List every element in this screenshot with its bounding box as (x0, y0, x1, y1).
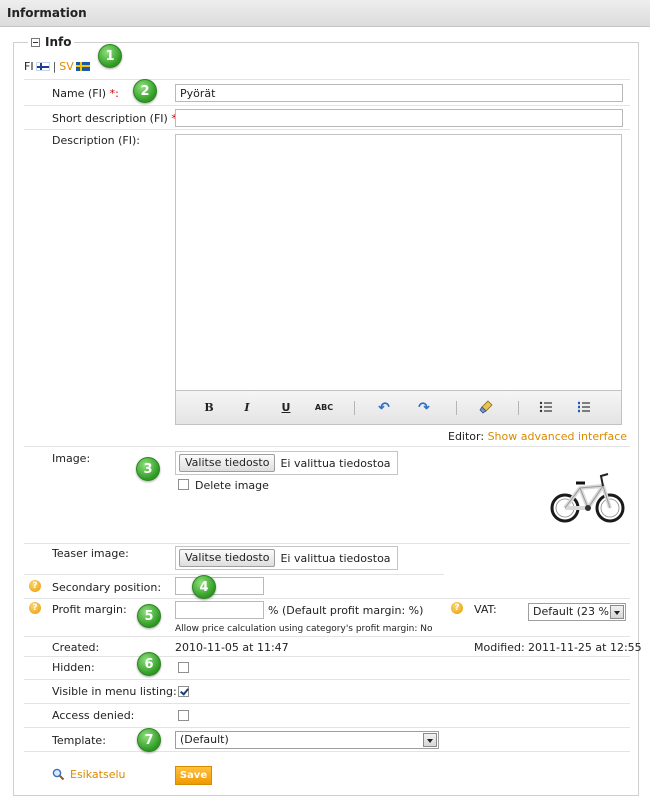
language-switcher: FI | SV (24, 60, 90, 73)
row-divider (24, 598, 630, 599)
vat-select[interactable]: Default (23 %) (528, 603, 626, 621)
collapse-icon[interactable] (31, 37, 40, 47)
row-divider (24, 574, 444, 575)
spellcheck-button[interactable]: ABC (314, 400, 334, 416)
template-select[interactable]: (Default) (175, 731, 439, 749)
step-badge-5: 5 (137, 604, 161, 628)
step-badge-2: 2 (133, 79, 157, 103)
image-file-status: Ei valittua tiedostoa (280, 456, 391, 470)
short-description-label-text: Short description (FI) (52, 112, 168, 125)
row-divider (24, 446, 630, 447)
secondary-position-label: Secondary position: (52, 581, 162, 594)
help-icon[interactable]: ? (29, 602, 41, 614)
name-label-text: Name (FI) (52, 87, 107, 100)
profit-margin-note: Allow price calculation using category's… (175, 624, 433, 634)
preview-link[interactable]: Esikatselu (52, 768, 126, 781)
row-divider (24, 751, 630, 752)
row-divider (24, 679, 630, 680)
help-icon[interactable]: ? (451, 602, 463, 614)
help-icon[interactable]: ? (29, 580, 41, 592)
row-divider (24, 79, 630, 80)
italic-button[interactable]: I (237, 400, 257, 416)
numbered-list-icon[interactable] (574, 400, 594, 416)
template-label: Template: (52, 734, 106, 747)
required-marker: *: (109, 87, 119, 100)
underline-button[interactable]: U (276, 400, 296, 416)
choose-teaser-image-button[interactable]: Valitse tiedosto (179, 549, 276, 567)
panel-header: Information (0, 0, 650, 27)
image-label: Image: (52, 452, 91, 465)
info-legend[interactable]: Info (28, 35, 75, 49)
show-advanced-interface-link[interactable]: Show advanced interface (488, 430, 627, 443)
modified-label: Modified: (474, 641, 525, 654)
bold-button[interactable]: B (199, 400, 219, 416)
redo-icon[interactable]: ↷ (414, 400, 434, 416)
row-divider (24, 656, 630, 657)
delete-image-checkbox[interactable] (178, 479, 189, 490)
name-label: Name (FI) *: (52, 87, 119, 100)
row-divider (24, 105, 630, 106)
hidden-label: Hidden: (52, 661, 95, 674)
toolbar-separator (518, 401, 519, 415)
image-file-input[interactable]: Valitse tiedosto Ei valittua tiedostoa (175, 451, 398, 475)
step-badge-6: 6 (137, 652, 161, 676)
short-description-input[interactable] (175, 109, 623, 127)
short-description-label: Short description (FI) *: (52, 112, 181, 125)
editor-mode-line: Editor: Show advanced interface (448, 430, 627, 443)
magnifier-icon (52, 768, 65, 781)
secondary-position-input[interactable] (175, 577, 264, 595)
bicycle-image (550, 473, 625, 523)
description-editor[interactable] (175, 134, 622, 391)
panel-title: Information (7, 6, 87, 20)
save-button[interactable]: Save (175, 766, 212, 785)
name-input[interactable] (175, 84, 623, 102)
access-denied-checkbox[interactable] (178, 710, 189, 721)
step-badge-4: 4 (192, 575, 216, 599)
lang-sv-link[interactable]: SV (59, 60, 74, 73)
row-divider (24, 703, 630, 704)
row-divider (24, 727, 630, 728)
clean-formatting-icon[interactable] (476, 400, 496, 416)
editor-label: Editor: (448, 430, 485, 443)
undo-icon[interactable]: ↶ (374, 400, 394, 416)
teaser-image-file-status: Ei valittua tiedostoa (280, 551, 391, 565)
created-value: 2010-11-05 at 11:47 (175, 641, 289, 654)
description-label: Description (FI): (52, 134, 141, 147)
delete-image-label: Delete image (195, 479, 269, 492)
info-section-title: Info (45, 35, 72, 49)
toolbar-separator (456, 401, 457, 415)
toolbar-separator (354, 401, 355, 415)
teaser-image-label: Teaser image: (52, 547, 129, 560)
step-badge-3: 3 (136, 457, 160, 481)
created-label: Created: (52, 641, 100, 654)
finland-flag-icon[interactable] (35, 62, 50, 71)
choose-image-button[interactable]: Valitse tiedosto (179, 454, 276, 472)
hidden-checkbox[interactable] (178, 662, 189, 673)
dropdown-arrow-icon[interactable] (423, 733, 437, 747)
lang-separator: | (52, 60, 57, 73)
bullet-list-icon[interactable] (536, 400, 556, 416)
vat-label: VAT: (474, 603, 497, 616)
visible-in-menu-label: Visible in menu listing: (52, 685, 177, 698)
profit-margin-input[interactable] (175, 601, 264, 619)
dropdown-arrow-icon[interactable] (610, 605, 624, 619)
step-badge-1: 1 (98, 44, 122, 68)
row-divider (24, 543, 630, 544)
visible-in-menu-checkbox[interactable] (178, 686, 189, 697)
row-divider (24, 636, 630, 637)
teaser-image-file-input[interactable]: Valitse tiedosto Ei valittua tiedostoa (175, 546, 398, 570)
profit-margin-label: Profit margin: (52, 603, 127, 616)
access-denied-label: Access denied: (52, 709, 135, 722)
step-badge-7: 7 (137, 728, 161, 752)
profit-margin-suffix: % (Default profit margin: %) (268, 604, 424, 617)
sweden-flag-icon[interactable] (75, 62, 90, 71)
lang-fi-link[interactable]: FI (24, 60, 34, 73)
preview-label: Esikatselu (70, 768, 126, 781)
modified-value: 2011-11-25 at 12:55 (528, 641, 642, 654)
editor-toolbar: B I U ABC ↶ ↷ (175, 391, 622, 425)
template-selected-value: (Default) (180, 733, 229, 746)
row-divider (24, 129, 630, 130)
vat-selected-value: Default (23 %) (533, 605, 614, 618)
